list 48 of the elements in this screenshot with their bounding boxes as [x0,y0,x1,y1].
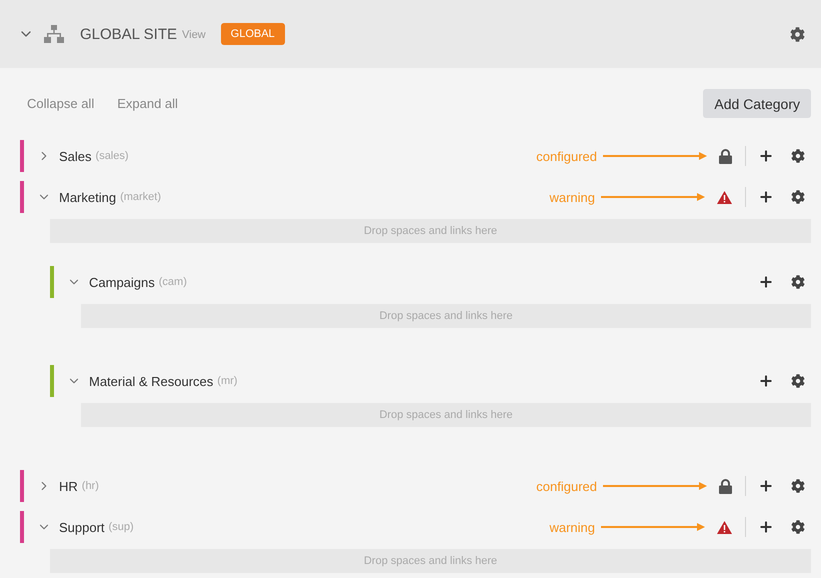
category-name: HR [59,478,78,494]
category-code: (cam) [158,276,187,288]
category-code: (market) [120,191,162,203]
drop-zone-hint: Drop spaces and links here [364,555,498,567]
category-code: (mr) [217,375,238,387]
category-name: Material & Resources [89,374,214,388]
plus-icon[interactable] [758,274,774,290]
view-link[interactable]: View [182,29,206,41]
category-code: (sales) [96,150,129,162]
lock-icon [719,148,732,164]
annotation-label: configured [536,478,597,494]
drop-zone[interactable]: Drop spaces and links here [81,403,811,427]
drop-zone[interactable]: Drop spaces and links here [50,219,811,243]
category-code: (hr) [82,480,99,492]
drop-zone[interactable]: Drop spaces and links here [81,304,811,328]
expand-all-link[interactable]: Expand all [117,96,178,111]
global-badge: GLOBAL [220,23,285,45]
drop-zone-hint: Drop spaces and links here [379,310,513,322]
plus-icon[interactable] [758,148,774,164]
plus-icon[interactable] [758,478,774,494]
drop-zone[interactable]: Drop spaces and links here [50,549,811,573]
annotation-label: configured [536,148,597,164]
lock-icon [719,478,732,494]
settings-icon[interactable] [791,520,805,534]
plus-icon[interactable] [758,519,774,535]
category-name: Campaigns [89,274,155,290]
settings-icon[interactable] [791,190,805,204]
warning-icon [717,520,732,534]
category-name: Sales [59,148,92,164]
plus-icon[interactable] [758,373,774,389]
settings-icon[interactable] [790,26,805,42]
settings-icon[interactable] [791,275,805,289]
category-code: (sup) [108,521,134,533]
warning-icon [717,190,732,204]
settings-icon[interactable] [791,374,805,388]
settings-icon[interactable] [791,479,805,493]
plus-icon[interactable] [758,189,774,205]
category-name: Support [59,520,105,534]
settings-icon[interactable] [791,149,805,163]
sitemap-icon [44,25,64,43]
collapse-all-link[interactable]: Collapse all [27,96,94,111]
category-name: Marketing [59,190,116,204]
drop-zone-hint: Drop spaces and links here [379,409,513,421]
add-category-button[interactable]: Add Category [703,89,811,118]
drop-zone-hint: Drop spaces and links here [364,225,498,237]
site-title: GLOBAL SITE [80,26,177,42]
annotation-label: warning [549,520,595,534]
annotation-label: warning [549,190,595,204]
